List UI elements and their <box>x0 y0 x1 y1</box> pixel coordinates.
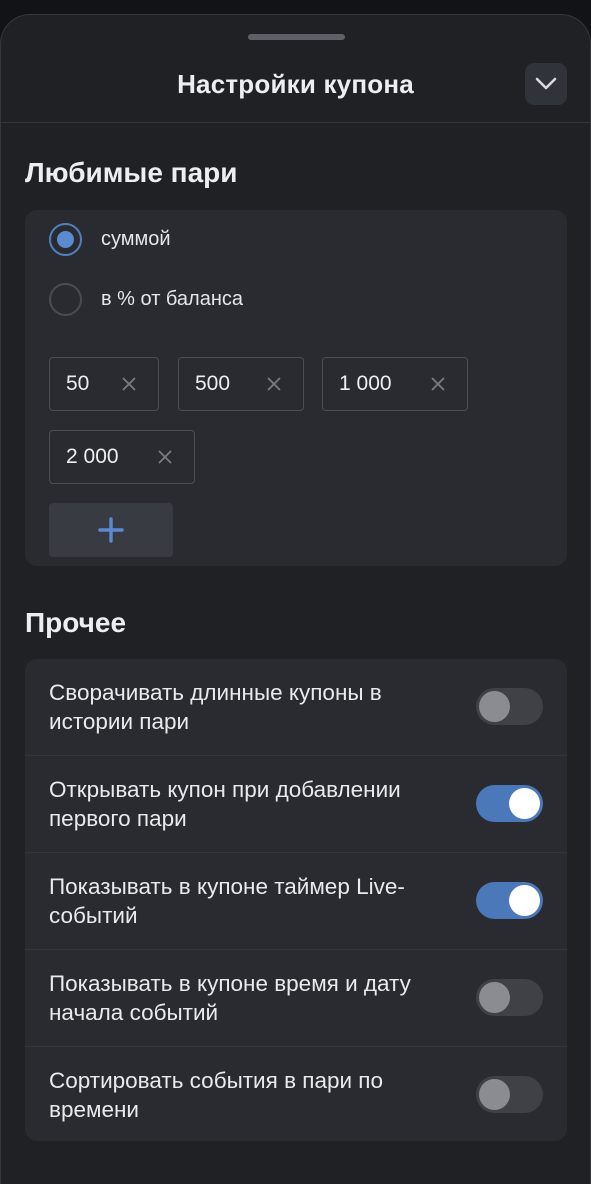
toggle-switch[interactable] <box>476 785 543 822</box>
setting-row-collapse-long-coupons: Сворачивать длинные купоны в истории пар… <box>25 659 567 756</box>
radio-label: в % от баланса <box>101 287 244 310</box>
setting-label: Сортировать события в пари по времени <box>49 1068 383 1122</box>
amount-chip[interactable]: 50 <box>49 357 159 411</box>
close-icon[interactable] <box>114 358 144 410</box>
favorite-bets-title: Любимые пари <box>25 157 238 188</box>
setting-label: Показывать в купоне время и дату начала … <box>49 971 411 1025</box>
close-icon[interactable] <box>150 431 180 483</box>
radio-option-percent[interactable]: в % от баланса <box>49 281 243 317</box>
other-title: Прочее <box>25 607 127 638</box>
close-icon[interactable] <box>423 358 453 410</box>
setting-row-live-timer: Показывать в купоне таймер Live-событий <box>25 853 567 950</box>
chevron-down-icon <box>535 77 557 90</box>
setting-row-sort-by-time: Сортировать события в пари по времени <box>25 1047 567 1144</box>
toggle-switch[interactable] <box>476 979 543 1016</box>
setting-label: Показывать в купоне таймер Live-событий <box>49 874 405 928</box>
toggle-switch[interactable] <box>476 688 543 725</box>
amount-chip[interactable]: 500 <box>178 357 304 411</box>
radio-label: суммой <box>101 227 171 250</box>
amount-value: 500 <box>195 372 231 395</box>
amount-chip[interactable]: 1 000 <box>322 357 468 411</box>
radio-button[interactable] <box>49 282 82 316</box>
add-amount-button[interactable] <box>49 503 173 557</box>
favorite-bets-card: суммой в % от баланса 50 500 1 000 2 000 <box>25 210 567 566</box>
amount-value: 2 000 <box>66 445 119 468</box>
collapse-button[interactable] <box>525 63 567 105</box>
drag-handle[interactable] <box>248 34 345 40</box>
setting-row-event-start-time: Показывать в купоне время и дату начала … <box>25 950 567 1047</box>
toggle-switch[interactable] <box>476 882 543 919</box>
amount-value: 50 <box>66 372 90 395</box>
setting-row-open-coupon: Открывать купон при добавлении первого п… <box>25 756 567 853</box>
sheet-header: Настройки купона <box>1 15 590 123</box>
radio-button[interactable] <box>49 222 82 256</box>
radio-option-sum[interactable]: суммой <box>49 221 171 257</box>
sheet-title: Настройки купона <box>177 69 414 99</box>
toggle-switch[interactable] <box>476 1076 543 1113</box>
other-settings-card: Сворачивать длинные купоны в истории пар… <box>25 659 567 1141</box>
close-icon[interactable] <box>259 358 289 410</box>
setting-label: Открывать купон при добавлении первого п… <box>49 777 401 831</box>
coupon-settings-sheet: Настройки купона Любимые пари суммой в %… <box>0 14 591 1184</box>
plus-icon <box>98 517 124 543</box>
amount-value: 1 000 <box>339 372 392 395</box>
setting-label: Сворачивать длинные купоны в истории пар… <box>49 680 382 734</box>
amount-chip[interactable]: 2 000 <box>49 430 195 484</box>
